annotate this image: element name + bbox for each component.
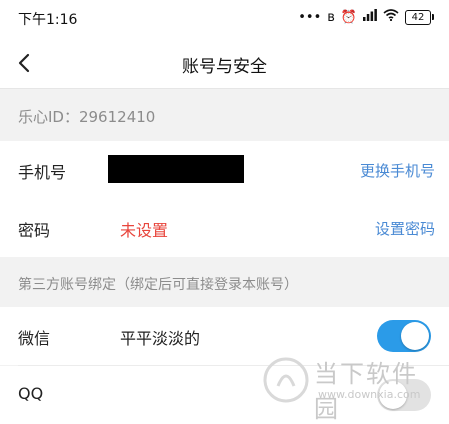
status-bar: 下午1:16 ••• ʙ ⏰ 42 [0, 0, 449, 38]
status-icons: ••• ʙ ⏰ 42 [298, 9, 434, 25]
qq-row: QQ [0, 366, 449, 424]
battery-indicator: 42 [405, 9, 434, 25]
phone-number-redacted [108, 155, 244, 183]
status-time: 下午1:16 [18, 12, 78, 28]
password-row: 密码 未设置 设置密码 [0, 199, 449, 257]
password-status: 未设置 [120, 221, 169, 240]
wechat-label: 微信 [18, 329, 51, 348]
account-id-text: 乐心ID：29612410 [18, 108, 156, 126]
change-phone-button[interactable]: 更换手机号 [360, 160, 435, 181]
bluetooth-icon: ʙ [327, 9, 335, 25]
qq-toggle[interactable] [377, 379, 431, 411]
alarm-icon: ⏰ [340, 9, 357, 25]
phone-row: 手机号 更换手机号 [0, 141, 449, 199]
third-party-header-text: 第三方账号绑定（绑定后可直接登录本账号） [18, 277, 298, 293]
qq-label: QQ [18, 384, 44, 403]
page-title: 账号与安全 [182, 57, 267, 77]
wechat-nickname: 平平淡淡的 [120, 329, 201, 348]
wechat-row: 微信 平平淡淡的 [0, 307, 449, 365]
third-party-section-header: 第三方账号绑定（绑定后可直接登录本账号） [0, 257, 449, 307]
signal-icon [363, 9, 377, 25]
toggle-knob [379, 381, 407, 409]
toggle-knob [401, 322, 429, 350]
nav-bar: 账号与安全 [0, 38, 449, 89]
account-id-strip: 乐心ID：29612410 [0, 89, 449, 141]
more-dots-icon: ••• [298, 9, 322, 25]
set-password-button[interactable]: 设置密码 [375, 218, 435, 239]
phone-label: 手机号 [18, 163, 67, 182]
wifi-icon [383, 9, 399, 25]
wechat-toggle[interactable] [377, 320, 431, 352]
password-label: 密码 [18, 221, 51, 240]
